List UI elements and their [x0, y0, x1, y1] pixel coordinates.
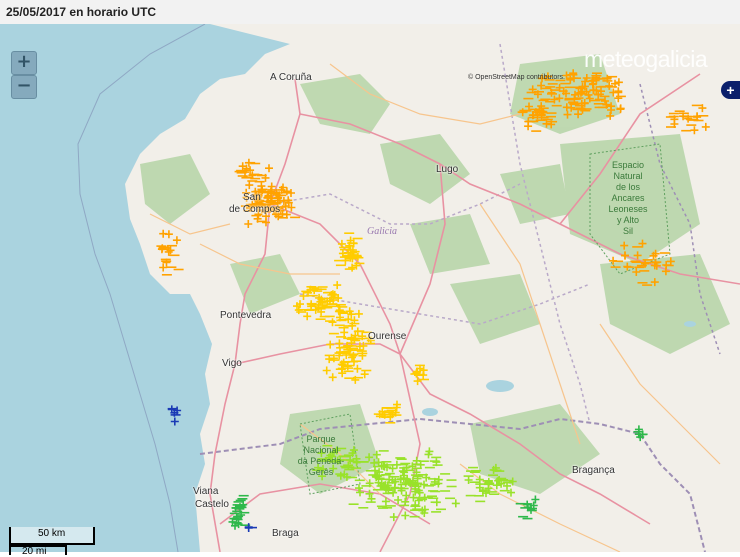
- city-label-pontevedra: Pontevedra: [220, 310, 272, 321]
- city-label-vigo: Vigo: [222, 358, 242, 369]
- park-label-ancares: Espacio Natural de los Ancares Leoneses …: [608, 160, 648, 236]
- city-label-braganca: Bragança: [572, 465, 615, 476]
- date-title: 25/05/2017 en horario UTC: [6, 5, 157, 19]
- zoom-out-button[interactable]: −: [11, 75, 37, 99]
- city-label-viana-2: Castelo: [195, 499, 229, 510]
- map-canvas[interactable]: [0, 24, 740, 552]
- lightning-map[interactable]: + − © OpenStreetMap contributors. meteog…: [0, 24, 740, 552]
- region-label-galicia: Galicia: [367, 226, 397, 237]
- city-label-a-coruna: A Coruña: [270, 72, 312, 83]
- scale-label-km: 50 km: [38, 528, 66, 539]
- park-label-geres: Parque Nacional da Peneda- Gerês: [297, 434, 345, 477]
- city-label-viana-1: Viana: [193, 486, 219, 497]
- layers-expand-button[interactable]: +: [721, 81, 740, 99]
- city-label-santiago-2: de Compos: [229, 204, 281, 215]
- map-attribution[interactable]: © OpenStreetMap contributors.: [468, 74, 565, 81]
- city-label-braga: Braga: [272, 528, 299, 539]
- city-label-lugo: Lugo: [436, 164, 459, 175]
- title-bar: 25/05/2017 en horario UTC: [0, 0, 740, 25]
- meteogalicia-logo: meteogalicia: [584, 46, 708, 72]
- city-label-ourense: Ourense: [368, 331, 407, 342]
- city-label-santiago-1: San: [243, 192, 261, 203]
- zoom-in-button[interactable]: +: [11, 51, 37, 75]
